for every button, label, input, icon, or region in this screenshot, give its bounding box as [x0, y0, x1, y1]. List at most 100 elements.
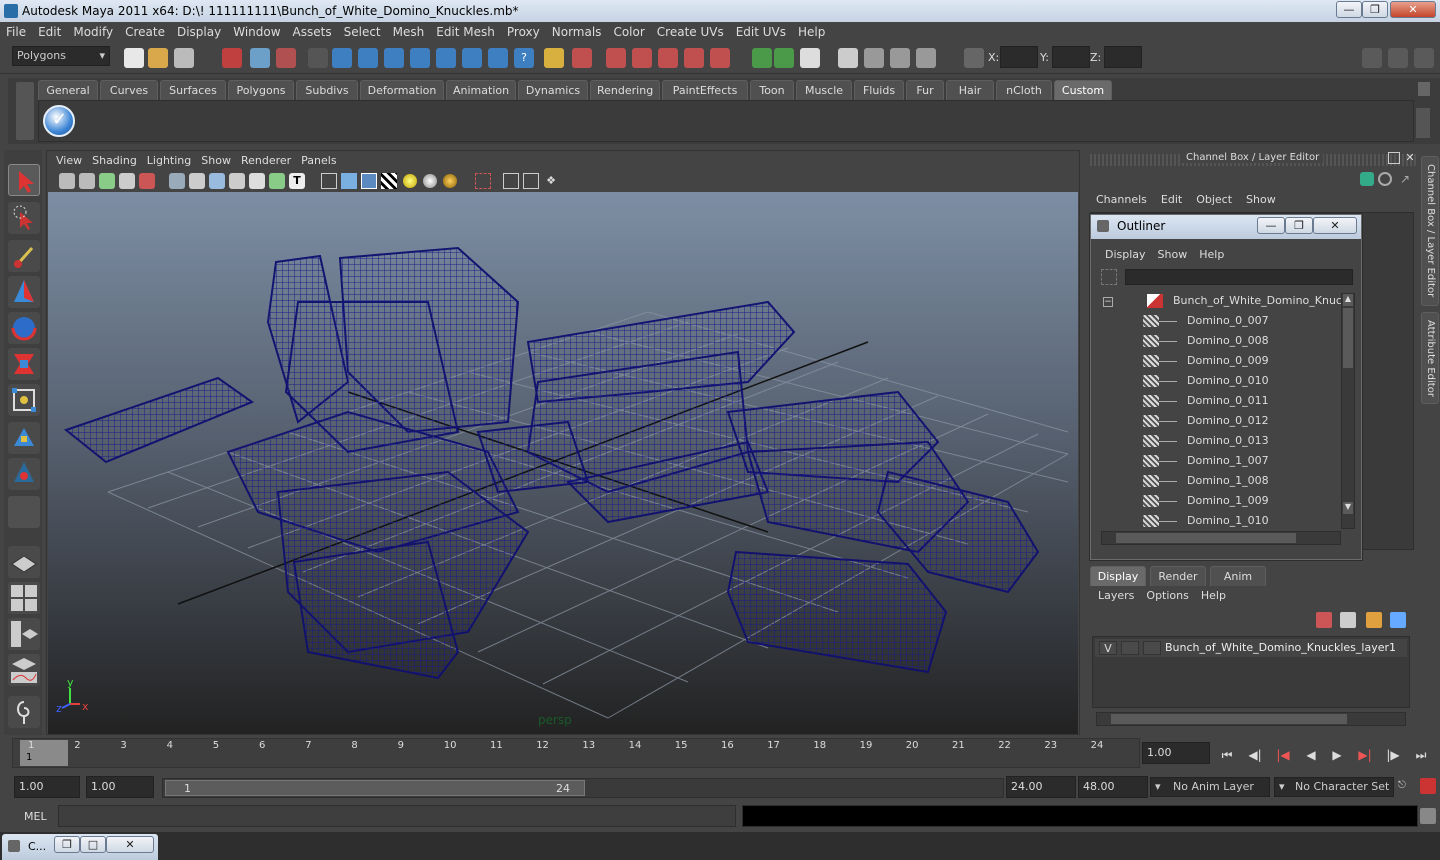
panel-toggle-icon[interactable]: [1414, 48, 1434, 68]
share-icon[interactable]: ❖: [543, 173, 559, 189]
render-current-icon[interactable]: [632, 48, 652, 68]
viewport-menu-view[interactable]: View: [51, 151, 87, 171]
outliner-item[interactable]: Domino_1_009: [1097, 491, 1341, 511]
outliner-menu-help[interactable]: Help: [1199, 248, 1224, 261]
menu-select[interactable]: Select: [338, 22, 387, 42]
outliner-root-row[interactable]: − Bunch_of_White_Domino_Knuckles: [1097, 291, 1341, 311]
shelf-tab-fur[interactable]: Fur: [906, 80, 944, 100]
outliner-menu-display[interactable]: Display: [1105, 248, 1158, 261]
channel-box-menu-object[interactable]: Object: [1196, 193, 1246, 206]
select-hierarchy-icon[interactable]: [222, 48, 242, 68]
four-pane-layout-icon[interactable]: [8, 582, 40, 614]
safe-title-icon[interactable]: T: [289, 173, 305, 189]
menu-create[interactable]: Create: [119, 22, 171, 42]
snap-grid-icon[interactable]: [332, 48, 352, 68]
last-tool-slot[interactable]: [8, 496, 40, 528]
step-forward-frame-icon[interactable]: |▶: [1382, 744, 1404, 766]
shelf-tab-rendering[interactable]: Rendering: [590, 80, 660, 100]
grid-toggle-icon[interactable]: [169, 173, 185, 189]
outliner-item[interactable]: Domino_0_011: [1097, 391, 1341, 411]
pin-icon[interactable]: ↗: [1400, 172, 1414, 186]
snap-point-icon[interactable]: [384, 48, 404, 68]
xray-icon[interactable]: [503, 173, 519, 189]
lasso-settings-icon[interactable]: [8, 696, 40, 728]
resolution-gate-icon[interactable]: [209, 173, 225, 189]
menu-assets[interactable]: Assets: [287, 22, 338, 42]
relative-transform-icon[interactable]: [774, 48, 794, 68]
layer-scroll-thumb[interactable]: [1111, 714, 1347, 724]
image-plane-icon[interactable]: [119, 173, 135, 189]
construction-history-icon[interactable]: [606, 48, 626, 68]
select-component-icon[interactable]: [276, 48, 296, 68]
step-back-frame-icon[interactable]: ◀|: [1244, 744, 1266, 766]
menu-color[interactable]: Color: [607, 22, 650, 42]
outliner-item[interactable]: Domino_1_010: [1097, 511, 1341, 529]
help-icon[interactable]: ?: [514, 48, 534, 68]
wireframe-on-shaded-icon[interactable]: [361, 173, 377, 189]
step-back-key-icon[interactable]: |◀: [1272, 744, 1294, 766]
settings-icon[interactable]: [1388, 48, 1408, 68]
outliner-hscrollbar[interactable]: [1101, 531, 1341, 545]
float-panel-icon[interactable]: [1388, 152, 1400, 164]
shelf-tab-deformation[interactable]: Deformation: [360, 80, 444, 100]
snap-view-icon[interactable]: [462, 48, 482, 68]
new-layer-icon[interactable]: [1366, 612, 1382, 628]
manipulator-tool-icon[interactable]: [8, 384, 40, 416]
layer-tab-render[interactable]: Render: [1150, 566, 1206, 586]
play-forwards-icon[interactable]: ▶: [1326, 744, 1348, 766]
current-frame-field[interactable]: 1.00: [1142, 742, 1210, 764]
go-to-end-icon[interactable]: ⏭: [1410, 744, 1432, 766]
outliner-item[interactable]: Domino_0_008: [1097, 331, 1341, 351]
channel-box-mode-icon[interactable]: [1378, 172, 1392, 186]
outliner-layout-icon[interactable]: [8, 618, 40, 650]
snap-plane-icon[interactable]: [410, 48, 430, 68]
select-tool-icon[interactable]: [8, 164, 40, 196]
scroll-down-icon[interactable]: ▼: [1343, 502, 1353, 514]
outliner-item[interactable]: Domino_0_009: [1097, 351, 1341, 371]
scroll-up-icon[interactable]: ▲: [1343, 294, 1353, 306]
shelf-tab-surfaces[interactable]: Surfaces: [160, 80, 226, 100]
menu-edit-mesh[interactable]: Edit Mesh: [430, 22, 501, 42]
layer-visibility-toggle[interactable]: V: [1099, 641, 1117, 655]
layer-menu-layers[interactable]: Layers: [1098, 589, 1146, 602]
character-set-selector[interactable]: No Character Set ▾: [1274, 777, 1394, 797]
z-field[interactable]: [1104, 46, 1142, 68]
viewport-menu-panels[interactable]: Panels: [296, 151, 341, 171]
shelf-tab-dynamics[interactable]: Dynamics: [518, 80, 588, 100]
start-time-field[interactable]: 1.00: [14, 776, 80, 798]
camera-select-icon[interactable]: [59, 173, 75, 189]
menu-modify[interactable]: Modify: [67, 22, 119, 42]
time-slider-track[interactable]: [12, 738, 1140, 768]
anim-layer-selector[interactable]: No Anim Layer ▾: [1150, 777, 1270, 797]
outliner-item[interactable]: Domino_1_008: [1097, 471, 1341, 491]
menu-edit[interactable]: Edit: [32, 22, 67, 42]
menu-window[interactable]: Window: [227, 22, 286, 42]
menu-edit-uvs[interactable]: Edit UVs: [730, 22, 792, 42]
lasso-tool-icon[interactable]: [8, 202, 40, 234]
channel-box-menu-channels[interactable]: Channels: [1096, 193, 1161, 206]
minimized-maximize-button[interactable]: □: [80, 836, 106, 853]
collapse-icon[interactable]: −: [1103, 297, 1113, 307]
outliner-item[interactable]: Domino_1_007: [1097, 451, 1341, 471]
menu-create-uvs[interactable]: Create UVs: [651, 22, 730, 42]
checkmark-shelf-icon[interactable]: ✓: [43, 105, 75, 137]
layer-tab-display[interactable]: Display: [1090, 566, 1146, 586]
open-scene-icon[interactable]: [148, 48, 168, 68]
show-layer-editor-icon[interactable]: [916, 48, 936, 68]
rename-icon[interactable]: [800, 48, 820, 68]
select-object-icon[interactable]: [250, 48, 270, 68]
play-backwards-icon[interactable]: ◀: [1300, 744, 1322, 766]
textured-icon[interactable]: [381, 173, 397, 189]
menu-display[interactable]: Display: [171, 22, 227, 42]
snap-curve-icon[interactable]: [358, 48, 378, 68]
side-tab-attribute-editor[interactable]: Attribute Editor: [1421, 312, 1439, 404]
shelf-tab-custom[interactable]: Custom: [1054, 80, 1112, 100]
menu-help[interactable]: Help: [792, 22, 831, 42]
outliner-minimize-button[interactable]: —: [1257, 217, 1285, 234]
viewport-menu-shading[interactable]: Shading: [87, 151, 142, 171]
gate-mask-icon[interactable]: [229, 173, 245, 189]
menu-normals[interactable]: Normals: [546, 22, 608, 42]
field-chart-icon[interactable]: [249, 173, 265, 189]
shelf-tab-painteffects[interactable]: PaintEffects: [662, 80, 748, 100]
ipr-render-icon[interactable]: [658, 48, 678, 68]
